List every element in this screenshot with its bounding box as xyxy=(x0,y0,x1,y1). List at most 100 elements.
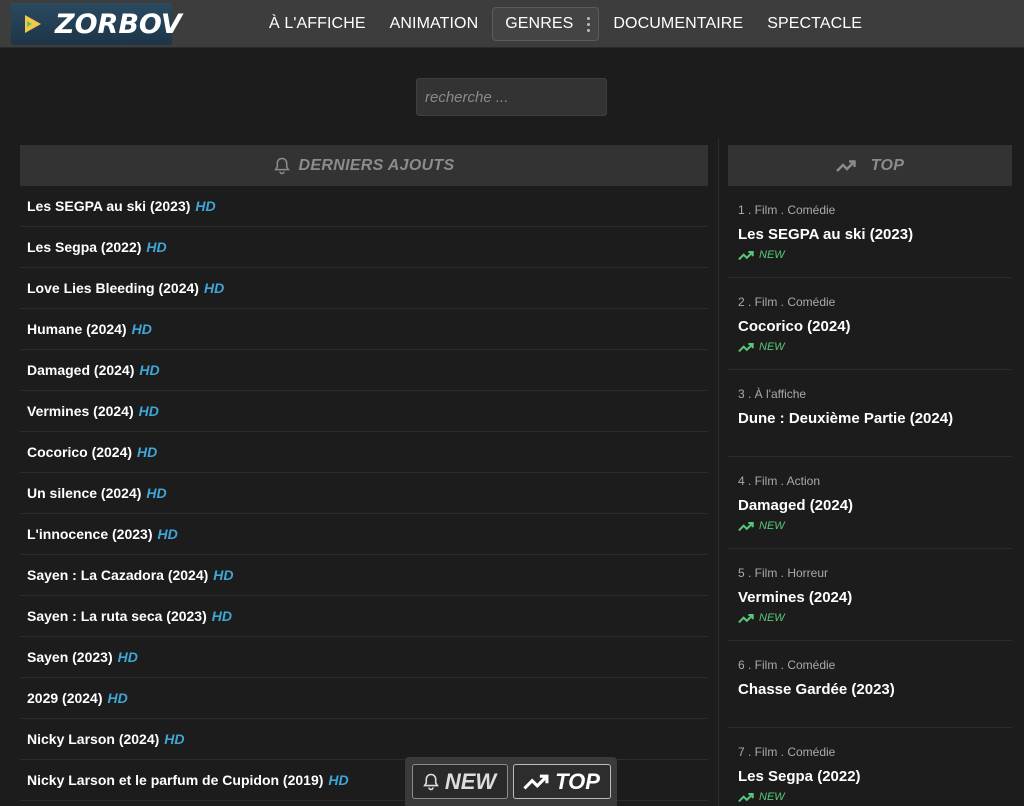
top-button[interactable]: TOP xyxy=(512,764,611,799)
trending-up-icon xyxy=(738,613,754,623)
latest-list: Les SEGPA au ski (2023) HD Les Segpa (2022… xyxy=(20,186,708,806)
search-input[interactable] xyxy=(416,78,607,116)
quality-badge: HD xyxy=(107,690,128,706)
top-list-item[interactable]: 1 . Film . Comédie Les SEGPA au ski (2023… xyxy=(728,186,1012,278)
top-list-item[interactable]: 2 . Film . Comédie Cocorico (2024) NEW xyxy=(728,278,1012,370)
top-item-meta: 5 . Film . Horreur xyxy=(738,566,829,580)
trending-up-icon xyxy=(738,792,754,802)
movie-title: 2029 (2024) xyxy=(27,690,103,706)
nav-a-l-affiche[interactable]: À L'AFFICHE xyxy=(257,7,378,41)
latest-list-item[interactable]: Les SEGPA au ski (2023) HD xyxy=(20,186,708,227)
latest-panel: DERNIERS AJOUTS Les SEGPA au ski (2023) H… xyxy=(20,145,708,806)
latest-list-item[interactable]: Humane (2024) HD xyxy=(20,309,708,350)
movie-title: Vermines (2024) xyxy=(27,403,134,419)
quality-badge: HD xyxy=(195,198,216,214)
trending-up-icon xyxy=(835,159,856,172)
top-list-item[interactable]: 7 . Film . Comédie Les Segpa (2022) NEW xyxy=(728,728,1012,806)
new-button[interactable]: NEW xyxy=(411,764,508,799)
new-badge: NEW xyxy=(738,341,1012,353)
top-item-meta: 4 . Film . Action xyxy=(738,474,821,488)
movie-title: Nicky Larson et le parfum de Cupidon (20… xyxy=(27,772,324,788)
movie-title: Les SEGPA au ski (2023) xyxy=(27,198,191,214)
bell-icon xyxy=(422,773,439,790)
latest-list-item[interactable]: Sayen : La Cazadora (2024) HD xyxy=(20,555,708,596)
movie-title: Les Segpa (2022) xyxy=(27,239,142,255)
trending-up-icon xyxy=(738,250,754,260)
site-header: ZORBOV À L'AFFICHE ANIMATION GENRES DOCU… xyxy=(0,0,1024,48)
more-vertical-icon xyxy=(587,7,591,41)
top-list-item[interactable]: 3 . À l'affiche Dune : Deuxième Partie (2… xyxy=(728,370,1012,457)
nav-spectacle[interactable]: SPECTACLE xyxy=(755,7,874,41)
latest-list-item[interactable]: Vermines (2024) HD xyxy=(20,391,708,432)
quality-badge: HD xyxy=(213,567,234,583)
site-logo[interactable]: ZORBOV xyxy=(11,3,182,45)
latest-list-item[interactable]: Cocorico (2024) HD xyxy=(20,432,708,473)
quality-badge: HD xyxy=(137,444,158,460)
latest-list-item[interactable]: Sayen : La ruta seca (2023) HD xyxy=(20,596,708,637)
quality-badge: HD xyxy=(203,280,225,296)
quality-badge: HD xyxy=(157,526,178,542)
top-item-title: Cocorico (2024) xyxy=(738,318,851,335)
quality-badge: HD xyxy=(328,772,349,788)
top-list-item[interactable]: 5 . Film . Horreur Vermines (2024) NEW xyxy=(728,549,1012,641)
latest-list-item[interactable]: L'innocence (2023) HD xyxy=(20,514,708,555)
quality-badge: HD xyxy=(164,731,185,747)
nav-genres-label: GENRES xyxy=(505,15,574,32)
trending-up-icon xyxy=(738,342,754,352)
movie-title: Love Lies Bleeding (2024) xyxy=(27,280,199,296)
new-badge-label: NEW xyxy=(759,249,785,261)
new-badge-label: NEW xyxy=(759,520,785,532)
quality-badge: HD xyxy=(211,608,232,624)
new-badge: NEW xyxy=(738,520,1012,532)
movie-title: L'innocence (2023) xyxy=(27,526,153,542)
latest-list-item[interactable]: Damaged (2024) HD xyxy=(20,350,708,391)
quality-badge: HD xyxy=(131,321,152,337)
top-list: 1 . Film . Comédie Les SEGPA au ski (2023… xyxy=(728,186,1012,806)
quality-badge: HD xyxy=(117,649,138,665)
new-badge-label: NEW xyxy=(759,341,785,353)
new-badge-label: NEW xyxy=(759,791,785,803)
nav-genres-dropdown[interactable]: GENRES xyxy=(492,7,600,41)
top-button-label: TOP xyxy=(555,768,600,794)
top-item-title: Les Segpa (2022) xyxy=(738,768,861,785)
new-badge: NEW xyxy=(738,612,1012,624)
quality-badge: HD xyxy=(139,362,160,378)
trending-up-icon xyxy=(738,521,754,531)
new-button-label: NEW xyxy=(444,768,497,794)
new-badge: NEW xyxy=(738,791,1012,803)
movie-title: Damaged (2024) xyxy=(27,362,135,378)
top-item-title: Chasse Gardée (2023) xyxy=(738,681,895,698)
new-badge: NEW xyxy=(738,249,1012,261)
latest-list-item[interactable]: 2029 (2024) HD xyxy=(20,678,708,719)
top-list-item[interactable]: 4 . Film . Action Damaged (2024) NEW xyxy=(728,457,1012,549)
nav-documentaire[interactable]: DOCUMENTAIRE xyxy=(601,7,755,41)
column-divider xyxy=(718,138,719,806)
movie-title: Sayen (2023) xyxy=(27,649,113,665)
top-item-meta: 3 . À l'affiche xyxy=(738,387,807,401)
latest-list-item[interactable]: Love Lies Bleeding (2024) HD xyxy=(20,268,708,309)
top-panel-title: TOP xyxy=(870,156,905,174)
quality-badge: HD xyxy=(146,239,167,255)
top-panel: TOP 1 . Film . Comédie Les SEGPA au ski (… xyxy=(728,145,1012,806)
latest-list-item[interactable]: Nicky Larson (2024) HD xyxy=(20,719,708,760)
top-list-item[interactable]: 6 . Film . Comédie Chasse Gardée (2023) xyxy=(728,641,1012,728)
trending-up-icon xyxy=(523,774,549,790)
new-badge-label: NEW xyxy=(759,612,785,624)
latest-list-item[interactable]: Un silence (2024) HD xyxy=(20,473,708,514)
movie-title: Sayen : La Cazadora (2024) xyxy=(27,567,209,583)
top-item-title: Vermines (2024) xyxy=(738,589,853,606)
top-item-title: Dune : Deuxième Partie (2024) xyxy=(738,410,954,427)
play-logo-icon xyxy=(25,15,41,33)
nav-animation[interactable]: ANIMATION xyxy=(378,7,491,41)
latest-panel-title: DERNIERS AJOUTS xyxy=(298,156,455,174)
movie-title: Nicky Larson (2024) xyxy=(27,731,160,747)
top-item-meta: 1 . Film . Comédie xyxy=(738,203,836,217)
latest-panel-header: DERNIERS AJOUTS xyxy=(20,145,708,186)
top-item-meta: 7 . Film . Comédie xyxy=(738,745,836,759)
top-panel-header: TOP xyxy=(728,145,1012,186)
movie-title: Cocorico (2024) xyxy=(27,444,133,460)
latest-list-item[interactable]: Les Segpa (2022) HD xyxy=(20,227,708,268)
quality-badge: HD xyxy=(146,485,167,501)
movie-title: Humane (2024) xyxy=(27,321,127,337)
latest-list-item[interactable]: Sayen (2023) HD xyxy=(20,637,708,678)
